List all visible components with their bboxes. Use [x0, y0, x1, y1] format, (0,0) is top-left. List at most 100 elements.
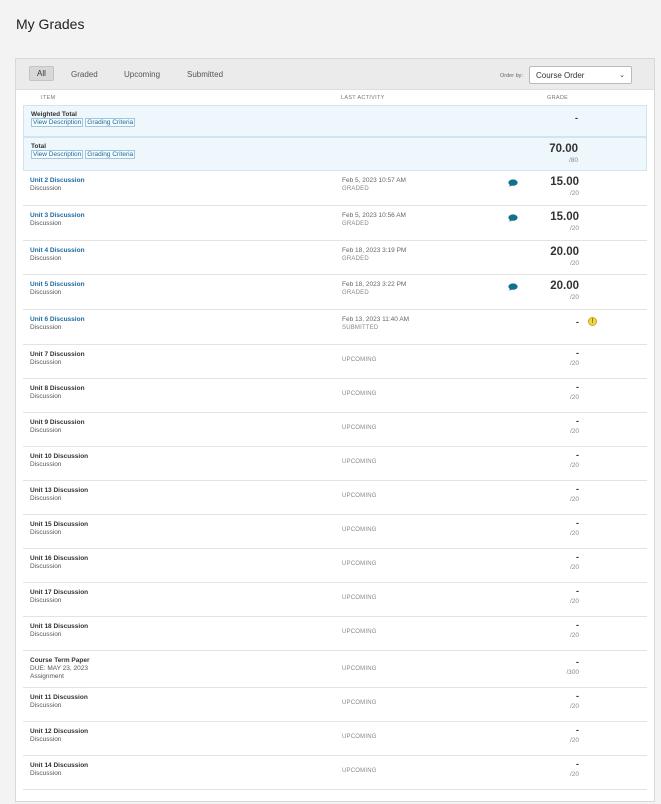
grade-row: Unit 4 Discussion Discussion Feb 18, 2023 …	[23, 241, 647, 275]
last-activity-status: UPCOMING	[342, 666, 377, 672]
summary-grade: -	[575, 113, 578, 123]
grade-value: -	[576, 725, 579, 735]
grade-item-type: Discussion	[30, 324, 62, 331]
summary-item-name: Total	[31, 143, 47, 150]
column-header-activity: LAST ACTIVITY	[341, 95, 385, 101]
last-activity-status: UPCOMING	[342, 734, 377, 740]
grade-out-of: /20	[569, 360, 579, 367]
grading-criteria-link[interactable]: Grading Criteria	[85, 118, 136, 127]
grade-row: Unit 5 Discussion Discussion Feb 18, 2023 …	[23, 275, 647, 310]
grade-value: -	[576, 518, 579, 528]
grade-out-of: /20	[569, 462, 579, 469]
page-title: My Grades	[16, 16, 85, 32]
comment-icon[interactable]	[508, 283, 518, 291]
last-activity-status: GRADED	[342, 256, 369, 262]
grade-value: -	[576, 657, 579, 667]
grade-item-type: Discussion	[30, 359, 62, 366]
last-activity-status: UPCOMING	[342, 493, 377, 499]
grade-value: 20.00	[550, 280, 579, 292]
summary-grade: 70.00	[549, 143, 578, 155]
grade-item-type: Discussion	[30, 702, 62, 709]
grade-item-due: DUE: MAY 23, 2023	[30, 665, 88, 672]
grade-item-type: Discussion	[30, 427, 62, 434]
grade-item-name[interactable]: Unit 6 Discussion	[30, 316, 85, 323]
view-description-link[interactable]: View Description	[31, 150, 84, 159]
grade-row: Unit 12 Discussion Discussion UPCOMING - /20	[23, 722, 647, 756]
grade-row: Unit 6 Discussion Discussion Feb 13, 2023 …	[23, 310, 647, 345]
grade-out-of: /20	[569, 737, 579, 744]
grade-row: Course Term Paper DUE: MAY 23, 2023 Assign…	[23, 651, 647, 688]
grade-row: Unit 16 Discussion Discussion UPCOMING - /20	[23, 549, 647, 583]
grade-value: -	[576, 382, 579, 392]
summary-links: View Description Grading Criteria	[31, 150, 137, 159]
grade-item-name: Unit 11 Discussion	[30, 694, 88, 701]
order-by-label: Order by:	[500, 73, 523, 79]
grade-out-of: /20	[569, 771, 579, 778]
grade-row: Unit 14 Discussion Discussion UPCOMING - /20	[23, 756, 647, 790]
grade-item-type: Discussion	[30, 220, 62, 227]
grade-item-name: Unit 9 Discussion	[30, 419, 85, 426]
grade-out-of: /20	[569, 598, 579, 605]
last-activity-status: GRADED	[342, 290, 369, 296]
grade-item-name: Unit 16 Discussion	[30, 555, 89, 562]
grade-out-of: /20	[569, 564, 579, 571]
filter-tab-submitted[interactable]: Submitted	[180, 68, 230, 81]
grade-item-name[interactable]: Unit 5 Discussion	[30, 281, 85, 288]
last-activity-status: UPCOMING	[342, 527, 377, 533]
grade-out-of: /20	[569, 530, 579, 537]
grade-out-of: /20	[569, 703, 579, 710]
grade-row: Unit 7 Discussion Discussion UPCOMING - /20	[23, 345, 647, 379]
last-activity-status: UPCOMING	[342, 561, 377, 567]
last-activity-status: UPCOMING	[342, 459, 377, 465]
grade-item-name[interactable]: Unit 3 Discussion	[30, 212, 85, 219]
grade-item-type: Discussion	[30, 631, 62, 638]
grade-item-name: Unit 13 Discussion	[30, 487, 89, 494]
last-activity-status: UPCOMING	[342, 357, 377, 363]
comment-icon[interactable]	[508, 179, 518, 187]
grade-item-name[interactable]: Unit 4 Discussion	[30, 247, 85, 254]
order-by-select[interactable]: Course Order ⌄	[529, 66, 632, 84]
grade-value: 15.00	[550, 211, 579, 223]
grade-item-name: Unit 12 Discussion	[30, 728, 89, 735]
grade-row: Unit 10 Discussion Discussion UPCOMING - /20	[23, 447, 647, 481]
last-activity-date: Feb 18, 2023 3:19 PM	[342, 247, 407, 254]
grade-value: -	[576, 552, 579, 562]
grade-row: Unit 11 Discussion Discussion UPCOMING - /20	[23, 688, 647, 722]
grade-out-of: /20	[569, 260, 579, 267]
last-activity-status: UPCOMING	[342, 595, 377, 601]
summary-item-name: Weighted Total	[31, 111, 77, 118]
grade-row: Unit 3 Discussion Discussion Feb 5, 2023 1…	[23, 206, 647, 241]
grade-out-of: /20	[569, 394, 579, 401]
last-activity-status: SUBMITTED	[342, 325, 379, 331]
grade-row: Unit 17 Discussion Discussion UPCOMING - /20	[23, 583, 647, 617]
needs-grading-icon: !	[588, 317, 597, 326]
filter-tab-upcoming[interactable]: Upcoming	[117, 68, 167, 81]
grade-item-type: Discussion	[30, 461, 62, 468]
last-activity-status: GRADED	[342, 221, 369, 227]
grade-item-type: Discussion	[30, 185, 62, 192]
grading-criteria-link[interactable]: Grading Criteria	[85, 150, 136, 159]
grade-out-of: /300	[566, 669, 579, 676]
last-activity-date: Feb 5, 2023 10:57 AM	[342, 177, 406, 184]
grade-value: -	[576, 450, 579, 460]
grade-out-of: /20	[569, 496, 579, 503]
filter-tab-graded[interactable]: Graded	[64, 68, 105, 81]
grade-item-type: Discussion	[30, 393, 62, 400]
comment-icon[interactable]	[508, 214, 518, 222]
grade-value: -	[576, 348, 579, 358]
grade-out-of: /20	[569, 225, 579, 232]
grade-row: Unit 18 Discussion Discussion UPCOMING - /20	[23, 617, 647, 651]
grade-item-name[interactable]: Unit 2 Discussion	[30, 177, 85, 184]
view-description-link[interactable]: View Description	[31, 118, 84, 127]
column-header-grade: GRADE	[547, 95, 569, 101]
last-activity-date: Feb 18, 2023 3:22 PM	[342, 281, 407, 288]
grades-panel: All Graded Upcoming Submitted Order by: …	[15, 58, 655, 802]
grade-out-of: /20	[569, 294, 579, 301]
grade-item-name: Unit 14 Discussion	[30, 762, 89, 769]
grade-row: Unit 2 Discussion Discussion Feb 5, 2023 1…	[23, 171, 647, 206]
filter-tab-all[interactable]: All	[29, 66, 54, 81]
grade-item-type: Discussion	[30, 529, 62, 536]
grade-row: Unit 8 Discussion Discussion UPCOMING - /20	[23, 379, 647, 413]
grade-item-name: Unit 7 Discussion	[30, 351, 85, 358]
last-activity-status: UPCOMING	[342, 629, 377, 635]
